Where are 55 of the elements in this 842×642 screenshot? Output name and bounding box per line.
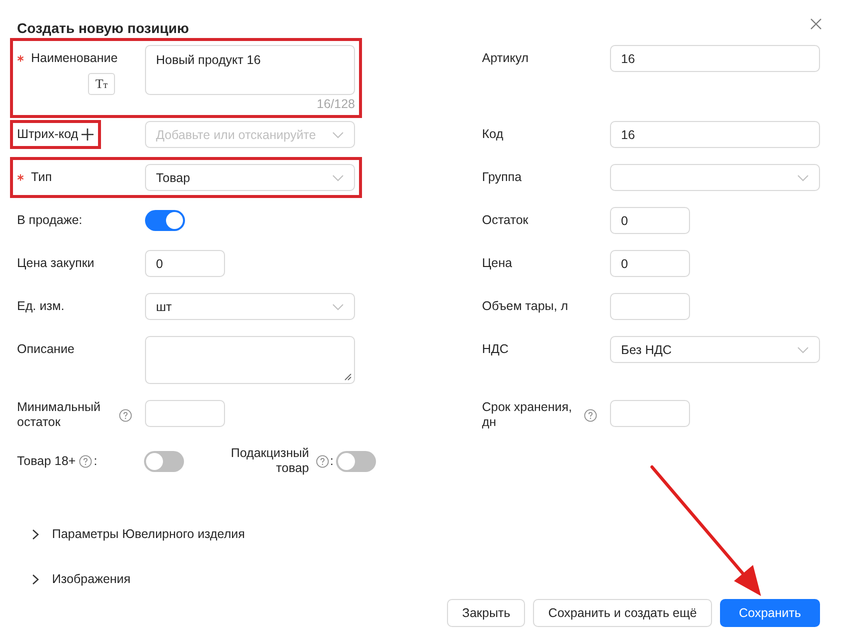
field-label: Подакцизный товар [230, 446, 309, 476]
toggle-switch[interactable] [144, 450, 184, 472]
chevron-down-icon [797, 346, 809, 354]
field-label: Тип [31, 170, 52, 185]
select-field[interactable]: Товар [145, 164, 355, 191]
dialog-title: Создать новую позицию [17, 20, 189, 36]
field-label: Артикул [482, 51, 529, 66]
number-field[interactable]: 0 [610, 250, 690, 277]
field-label: Цена закупки [17, 256, 94, 271]
select-field[interactable]: Без НДС [610, 336, 820, 363]
number-field[interactable] [610, 400, 690, 427]
action-button[interactable]: Сохранить и создать ещё [533, 599, 712, 627]
field-label: Группа [482, 170, 522, 185]
label-colon: : [94, 454, 98, 468]
number-field[interactable] [610, 293, 690, 320]
field-label: Наименование [31, 51, 118, 66]
text-field[interactable]: 16 [610, 121, 820, 148]
label-colon: : [330, 454, 334, 468]
action-button[interactable]: Закрыть [447, 599, 526, 627]
field-label: Остаток [482, 213, 528, 228]
field-label: НДС [482, 342, 509, 357]
text-format-button[interactable]: Tт [88, 73, 115, 95]
number-field[interactable]: 0 [610, 207, 690, 234]
field-label: Товар 18+ [17, 454, 76, 468]
field-label: Ед. изм. [17, 299, 64, 314]
text-area[interactable]: Новый продукт 16 [145, 45, 355, 95]
text-area[interactable] [145, 336, 355, 384]
select-field[interactable] [610, 164, 820, 191]
resize-handle-icon [344, 373, 352, 381]
field-label: Код [482, 127, 504, 142]
number-field[interactable]: 0 [145, 250, 225, 277]
toggle-switch[interactable] [145, 210, 185, 231]
field-label: Срок хранения, дн [482, 400, 574, 430]
section-title[interactable]: Изображения [52, 572, 131, 586]
field-label: Цена [482, 256, 512, 271]
field-label: Штрих-код [17, 127, 78, 142]
chevron-right-icon[interactable] [32, 528, 39, 540]
plus-icon[interactable] [81, 128, 94, 141]
chevron-down-icon [332, 130, 344, 138]
chevron-down-icon [332, 302, 344, 310]
select-field[interactable]: шт [145, 293, 355, 320]
toggle-switch[interactable] [336, 450, 376, 472]
number-field[interactable] [145, 400, 225, 427]
field-label: Описание [17, 342, 75, 357]
chevron-down-icon [332, 174, 344, 182]
primary-button[interactable]: Сохранить [720, 599, 820, 627]
field-label: Минимальный остаток [17, 400, 102, 430]
field-label: Объем тары, л [482, 299, 568, 314]
chevron-right-icon[interactable] [32, 574, 39, 584]
text-field[interactable]: 16 [610, 45, 820, 72]
section-title[interactable]: Параметры Ювелирного изделия [52, 527, 245, 541]
character-counter: 16/128 [316, 97, 355, 111]
close-icon[interactable] [810, 18, 822, 30]
chevron-down-icon [797, 174, 809, 182]
field-label: В продаже: [17, 213, 82, 228]
